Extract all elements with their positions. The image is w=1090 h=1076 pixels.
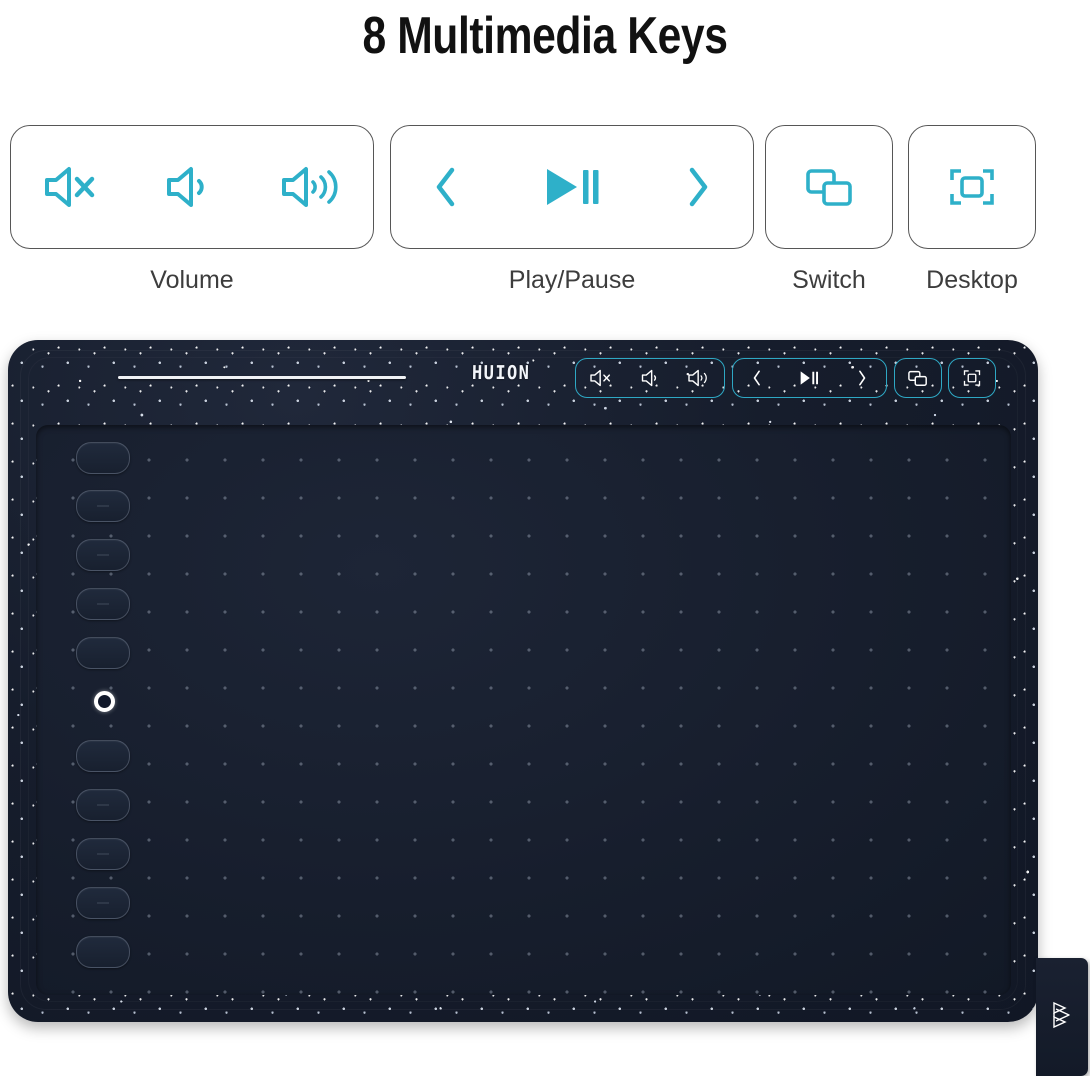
feature-card-label-desktop: Desktop (926, 266, 1018, 294)
feature-card-desktop: Desktop (908, 125, 1036, 295)
switch-key-card (765, 125, 893, 249)
tablet-play-pause-icon[interactable] (796, 368, 822, 388)
huion-brand-logo: HUION (471, 362, 531, 384)
huion-tablet-device: HUION (8, 340, 1088, 1076)
feature-card-label-play-pause: Play/Pause (508, 266, 636, 294)
express-key-8[interactable] (76, 838, 130, 870)
feature-card-switch: Switch (765, 125, 893, 295)
previous-track-icon (428, 162, 464, 212)
tablet-key-group-desktop[interactable] (948, 358, 996, 398)
page-title: 8 Multimedia Keys (362, 7, 728, 65)
feature-card-label-switch: Switch (792, 266, 866, 294)
show-desktop-icon (946, 162, 998, 212)
tablet-volume-up-icon[interactable] (687, 368, 711, 388)
tablet-next-track-icon[interactable] (854, 368, 870, 388)
touch-strip[interactable] (118, 376, 406, 379)
volume-down-icon (163, 162, 215, 212)
tablet-volume-down-icon[interactable] (639, 368, 661, 388)
feature-card-volume: Volume (10, 125, 374, 295)
power-led-indicator (94, 691, 115, 712)
feature-card-label-volume: Volume (150, 266, 234, 294)
express-key-6[interactable] (76, 740, 130, 772)
next-track-icon (680, 162, 716, 212)
volume-up-icon (279, 162, 341, 212)
express-key-5[interactable] (76, 637, 130, 669)
switch-window-icon (802, 162, 856, 212)
play-pause-key-card (390, 125, 754, 249)
express-key-4[interactable] (76, 588, 130, 620)
huion-crown-emblem-icon (1047, 998, 1077, 1037)
tablet-mute-icon[interactable] (589, 368, 613, 388)
express-key-1[interactable] (76, 442, 130, 474)
tablet-active-drawing-area[interactable] (36, 425, 1011, 995)
tablet-key-group-play-pause[interactable] (732, 358, 887, 398)
tablet-key-group-switch[interactable] (894, 358, 942, 398)
tablet-body: HUION (8, 340, 1038, 1022)
volume-key-card (10, 125, 374, 249)
tablet-side-tab (1036, 958, 1088, 1076)
tablet-key-group-volume[interactable] (575, 358, 725, 398)
feature-cards-row: Volume Play/Pause Switch Desktop (10, 125, 1080, 300)
desktop-key-card (908, 125, 1036, 249)
active-area-dot-grid (36, 425, 1011, 995)
feature-card-play-pause: Play/Pause (390, 125, 754, 295)
play-pause-icon (539, 162, 605, 212)
mute-icon (43, 162, 99, 212)
express-key-2[interactable] (76, 490, 130, 522)
tablet-show-desktop-icon[interactable] (961, 368, 983, 388)
tablet-switch-window-icon[interactable] (906, 368, 930, 388)
express-key-10[interactable] (76, 936, 130, 968)
express-key-7[interactable] (76, 789, 130, 821)
express-key-3[interactable] (76, 539, 130, 571)
tablet-previous-track-icon[interactable] (749, 368, 765, 388)
express-key-9[interactable] (76, 887, 130, 919)
